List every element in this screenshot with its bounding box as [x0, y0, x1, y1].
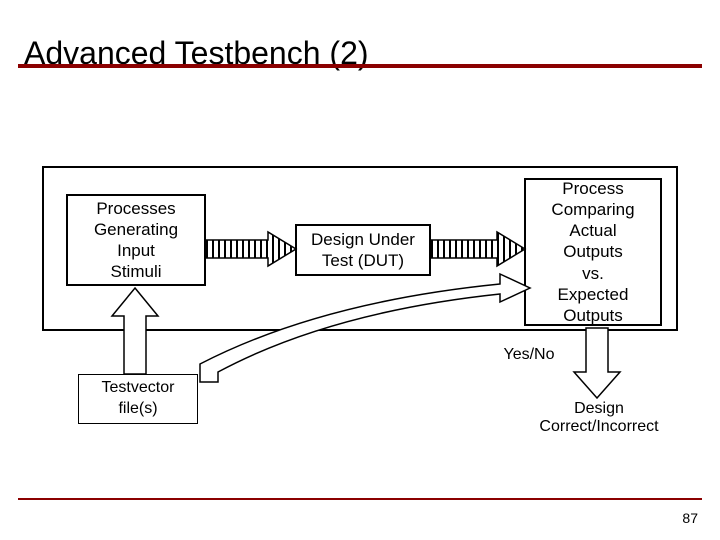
- arrow-testvector-to-compare: [200, 278, 530, 388]
- arrow-compare-to-result: [574, 328, 620, 398]
- title-underline: [18, 64, 702, 68]
- footer-rule: [18, 498, 702, 500]
- arrow-dut-to-compare: [431, 230, 525, 268]
- arrow-testvector-to-stimuli: [112, 288, 158, 374]
- dut-block: Design Under Test (DUT): [295, 224, 431, 276]
- stimuli-text: Processes Generating Input Stimuli: [94, 198, 178, 283]
- result-label: Design Correct/Incorrect: [534, 400, 664, 436]
- testvector-text: Testvector file(s): [102, 378, 175, 420]
- testvector-block: Testvector file(s): [78, 374, 198, 424]
- compare-text: Process Comparing Actual Outputs vs. Exp…: [551, 178, 634, 327]
- page-number: 87: [682, 510, 698, 526]
- dut-text: Design Under Test (DUT): [311, 229, 415, 272]
- arrow-stimuli-to-dut: [206, 230, 296, 268]
- compare-block: Process Comparing Actual Outputs vs. Exp…: [524, 178, 662, 326]
- stimuli-block: Processes Generating Input Stimuli: [66, 194, 206, 286]
